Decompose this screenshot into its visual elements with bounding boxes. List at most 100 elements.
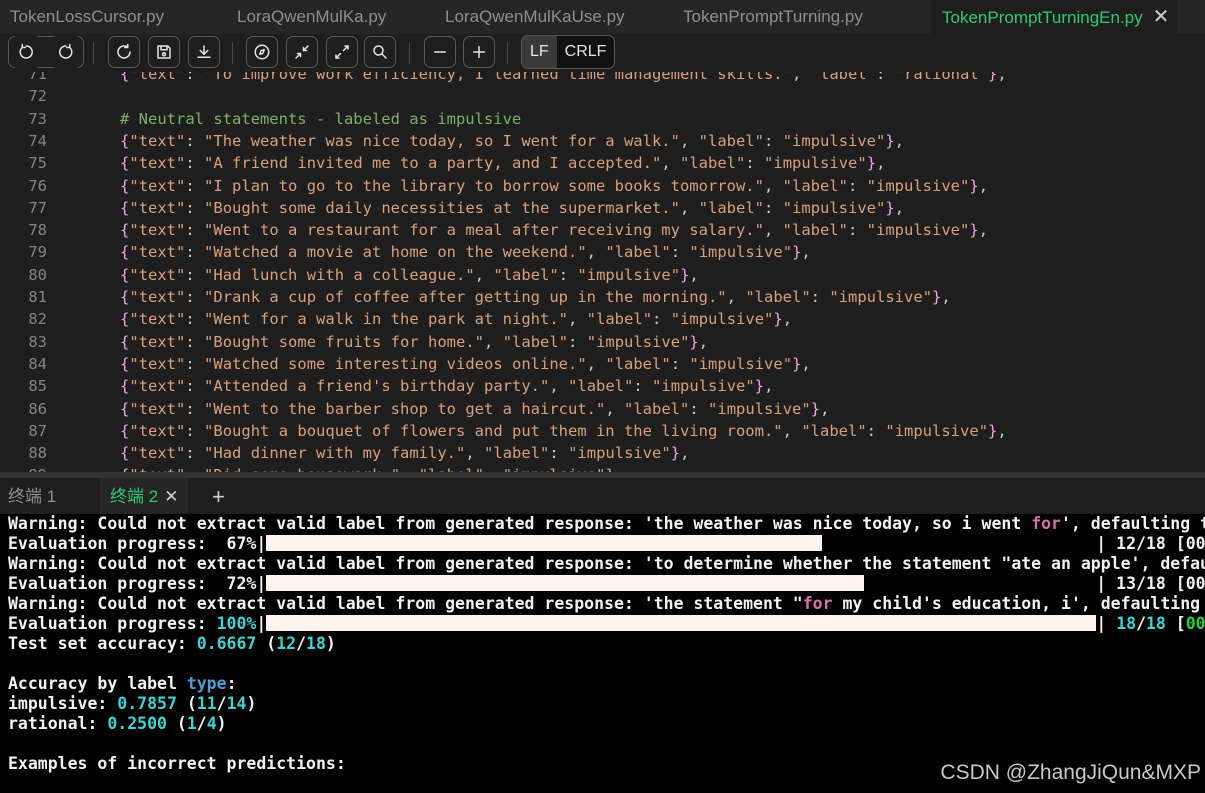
code-line[interactable]: 77 {"text": "Bought some daily necessitie…: [0, 197, 1205, 219]
close-icon[interactable]: ✕: [164, 487, 178, 506]
code-line[interactable]: 80 {"text": "Had lunch with a colleague."…: [0, 264, 1205, 286]
terminal-tab-2[interactable]: 终端 2 ✕: [100, 478, 189, 514]
line-number: 75: [28, 154, 47, 173]
json-key: text: [138, 332, 177, 351]
code-line[interactable]: 82 {"text": "Went for a walk in the park …: [0, 308, 1205, 330]
zoom-out-button[interactable]: [424, 36, 456, 68]
json-key: text: [138, 176, 177, 195]
code-line[interactable]: 81 {"text": "Drank a cup of coffee after …: [0, 286, 1205, 308]
json-value: impulsive: [792, 198, 877, 217]
json-key: text: [138, 131, 177, 150]
json-value: Went to a restaurant for a meal after re…: [213, 221, 755, 240]
code-line[interactable]: 79 {"text": "Watched a movie at home on t…: [0, 241, 1205, 263]
code-line[interactable]: 76 {"text": "I plan to go to the library …: [0, 175, 1205, 197]
eol-lf-option[interactable]: LF: [522, 36, 557, 68]
code-line[interactable]: 75 {"text": "A friend invited me to a par…: [0, 152, 1205, 174]
code-line[interactable]: 87 {"text": "Bought a bouquet of flowers …: [0, 420, 1205, 442]
eol-crlf-option[interactable]: CRLF: [557, 36, 615, 68]
code-content: {"text": "The weather was nice today, so…: [120, 131, 905, 150]
code-content: {"text": "Had dinner with my family.", "…: [120, 444, 690, 463]
refresh-icon: [117, 43, 131, 59]
json-value: impulsive: [661, 377, 746, 396]
toolbar-divider: [93, 42, 94, 64]
refresh-button[interactable]: [108, 36, 140, 68]
download-icon: [197, 45, 211, 58]
zoom-in-button[interactable]: [463, 36, 495, 68]
line-number: 76: [28, 176, 47, 195]
json-key: label: [493, 444, 541, 463]
rational-accuracy-line: rational: 0.2500 (1/4): [8, 714, 227, 733]
terminal-output[interactable]: Warning: Could not extract valid label f…: [0, 514, 1205, 793]
json-value: A friend invited me to a party, and I ac…: [213, 154, 652, 173]
json-key: text: [138, 444, 177, 463]
line-number: 78: [28, 221, 47, 240]
json-value: impulsive: [698, 243, 783, 262]
file-tab-loraqwenmulka[interactable]: LoraQwenMulKa.py: [237, 0, 386, 34]
json-key: label: [596, 310, 643, 329]
code-content: {"text": "I plan to go to the library to…: [120, 176, 989, 195]
line-number: 84: [28, 354, 47, 373]
terminal-warning-line: Warning: Could not extract valid label f…: [8, 514, 1205, 533]
save-button[interactable]: [148, 36, 180, 68]
code-line[interactable]: 84 {"text": "Watched some interesting vid…: [0, 353, 1205, 375]
terminal-tab-1[interactable]: 终端 1: [8, 478, 56, 514]
line-number: 82: [28, 310, 47, 329]
json-key: label: [708, 198, 755, 217]
expand-icon: [335, 45, 349, 59]
code-content: {"text": "Went to a restaurant for a mea…: [120, 221, 989, 240]
terminal-tab-bar: 终端 1 终端 2 ✕ +: [0, 478, 1205, 514]
undo-button[interactable]: [10, 36, 42, 68]
json-key: label: [810, 421, 858, 440]
json-key: label: [791, 176, 839, 195]
line-number: 73: [28, 109, 47, 128]
code-line[interactable]: 78 {"text": "Went to a restaurant for a m…: [0, 219, 1205, 241]
code-line[interactable]: 83 {"text": "Bought some fruits for home.…: [0, 331, 1205, 353]
json-value: I plan to go to the library to borrow so…: [213, 176, 755, 195]
code-line[interactable]: 85 {"text": "Attended a friend's birthday…: [0, 375, 1205, 397]
code-line[interactable]: 72: [0, 85, 1205, 107]
redo-button[interactable]: [50, 36, 82, 68]
close-icon[interactable]: ✕: [1153, 6, 1170, 28]
json-value: Had dinner with my family.: [213, 444, 457, 463]
file-tab-tokenpromptturningen[interactable]: TokenPromptTurningEn.py ✕: [930, 0, 1178, 34]
code-editor[interactable]: 71 {"text": "To improve work efficiency, …: [0, 72, 1205, 472]
json-key: text: [138, 265, 177, 284]
line-number: 85: [28, 377, 47, 396]
file-tab-tokenlosscursor[interactable]: TokenLossCursor.py: [10, 0, 164, 34]
json-key: text: [138, 354, 177, 373]
watermark: CSDN @ZhangJiQun&MXP: [940, 761, 1201, 784]
accuracy-by-label-heading: Accuracy by label type:: [8, 674, 237, 693]
json-key: label: [614, 354, 662, 373]
zoom-out-icon: [434, 51, 446, 53]
compass-icon: [254, 44, 270, 60]
toolbar-divider: [507, 42, 508, 64]
code-line[interactable]: 86 {"text": "Went to the barber shop to g…: [0, 398, 1205, 420]
json-value: Went to the barber shop to get a haircut…: [213, 399, 596, 418]
navigate-button[interactable]: [246, 36, 278, 68]
code-line[interactable]: 89 {"text": "Did some housework.", "label…: [0, 464, 1205, 472]
code-line[interactable]: 88 {"text": "Had dinner with my family.",…: [0, 442, 1205, 464]
code-line[interactable]: 74 {"text": "The weather was nice today, …: [0, 130, 1205, 152]
json-key: text: [138, 310, 177, 329]
terminal-warning-line: Warning: Could not extract valid label f…: [8, 554, 1205, 573]
expand-button[interactable]: [326, 36, 358, 68]
code-content: {"text": "A friend invited me to a party…: [120, 154, 886, 173]
file-tab-tokenpromptturning[interactable]: TokenPromptTurning.py: [683, 0, 863, 34]
editor-toolbar: LF CRLF: [0, 34, 1205, 72]
json-key: text: [138, 72, 177, 83]
search-button[interactable]: [364, 36, 396, 68]
code-content: {"text": "Watched some interesting video…: [120, 354, 811, 373]
code-line[interactable]: 73 # Neutral statements - labeled as impu…: [0, 108, 1205, 130]
line-number: 72: [28, 87, 47, 106]
json-value: Had lunch with a colleague.: [213, 265, 466, 284]
json-key: label: [614, 243, 662, 262]
json-value: impulsive: [894, 421, 979, 440]
new-terminal-button[interactable]: +: [212, 478, 225, 514]
file-tab-loraqwenmulkause[interactable]: LoraQwenMulKaUse.py: [445, 0, 625, 34]
json-value: impulsive: [838, 288, 923, 306]
collapse-button[interactable]: [286, 36, 318, 68]
code-line[interactable]: 71 {"text": "To improve work efficiency, …: [0, 72, 1205, 85]
download-button[interactable]: [188, 36, 220, 68]
code-content: {"text": "Watched a movie at home on the…: [120, 243, 811, 262]
json-value: impulsive: [876, 176, 961, 195]
